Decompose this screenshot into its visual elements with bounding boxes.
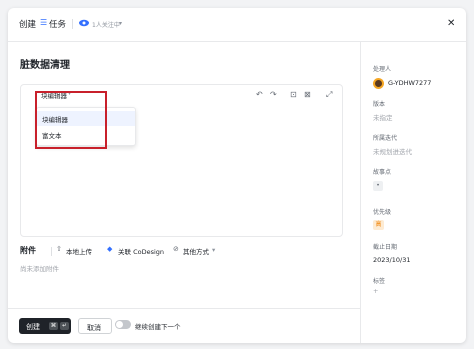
create-button-label: 创建	[26, 323, 40, 331]
insert-media-icon[interactable]: ⊠	[304, 90, 311, 99]
codesign-icon[interactable]: ◆	[107, 245, 112, 253]
dialog-header: 创建 ☰ 任务 1人关注中 ▾ ✕	[8, 8, 466, 42]
deadline-value[interactable]: 2023/10/31	[373, 256, 410, 264]
eye-icon[interactable]	[78, 17, 90, 29]
create-task-dialog: 创建 ☰ 任务 1人关注中 ▾ ✕ 脏数据清理 块编辑器 ▾ ↶ ↷ ⊡ ⊠ ⤢…	[8, 8, 466, 343]
toggle-knob	[116, 321, 123, 328]
dialog-footer: 创建 ⌘ ↵ 取消 继续创建下一个	[8, 308, 360, 343]
header-create-label: 创建	[19, 20, 37, 30]
highlight-annotation-box	[35, 91, 107, 149]
assignee-label: 处理人	[373, 66, 392, 73]
tags-label: 标签	[373, 278, 386, 285]
command-key-icon: ⌘	[49, 322, 58, 330]
close-icon[interactable]: ✕	[447, 18, 455, 29]
cancel-button[interactable]: 取消	[78, 318, 112, 334]
header-task-type[interactable]: 任务	[49, 18, 66, 30]
priority-label: 优先级	[373, 209, 392, 216]
avatar-face	[375, 80, 382, 87]
expand-icon[interactable]: ⤢	[326, 90, 332, 100]
attachments-label: 附件	[20, 246, 36, 255]
task-title[interactable]: 脏数据清理	[20, 56, 70, 71]
insert-image-icon[interactable]: ⊡	[290, 90, 297, 99]
deadline-label: 截止日期	[373, 244, 398, 251]
iteration-label: 所属迭代	[373, 135, 398, 142]
list-icon: ☰	[40, 18, 48, 27]
header-divider	[72, 19, 73, 29]
link-icon[interactable]: ⊘	[173, 245, 179, 253]
story-points-value[interactable]: •	[373, 181, 383, 191]
followers-count[interactable]: 1人关注中	[92, 20, 120, 29]
attachments-divider	[51, 247, 52, 256]
story-points-label: 故事点	[373, 169, 392, 176]
redo-icon[interactable]: ↷	[270, 90, 277, 99]
task-properties-sidebar: 处理人 G-YDHW7277 版本 未指定 所属迭代 未规划进迭代 故事点 • …	[360, 42, 466, 343]
enter-key-icon: ↵	[60, 322, 69, 330]
create-button[interactable]: 创建 ⌘ ↵	[19, 318, 71, 334]
upload-icon[interactable]: ⇧	[56, 245, 62, 253]
priority-badge[interactable]: 高	[373, 220, 384, 230]
iteration-value[interactable]: 未规划进迭代	[373, 146, 412, 156]
continue-create-toggle[interactable]	[115, 320, 131, 329]
upload-local-button[interactable]: 本地上传	[66, 246, 92, 256]
undo-icon[interactable]: ↶	[256, 90, 263, 99]
version-value[interactable]: 未指定	[373, 112, 393, 122]
chevron-down-icon[interactable]: ▾	[119, 20, 122, 27]
link-codesign-button[interactable]: 关联 CoDesign	[118, 246, 164, 256]
continue-create-label: 继续创建下一个	[135, 323, 181, 331]
version-label: 版本	[373, 101, 386, 108]
attachments-empty-text: 尚未添加附件	[20, 265, 59, 273]
avatar[interactable]	[373, 78, 384, 89]
assignee-value[interactable]: G-YDHW7277	[388, 79, 431, 87]
add-tag-button[interactable]: +	[373, 287, 378, 295]
chevron-down-icon[interactable]: ▾	[212, 246, 215, 254]
cancel-button-label: 取消	[87, 324, 101, 332]
other-methods-button[interactable]: 其他方式	[183, 246, 209, 256]
